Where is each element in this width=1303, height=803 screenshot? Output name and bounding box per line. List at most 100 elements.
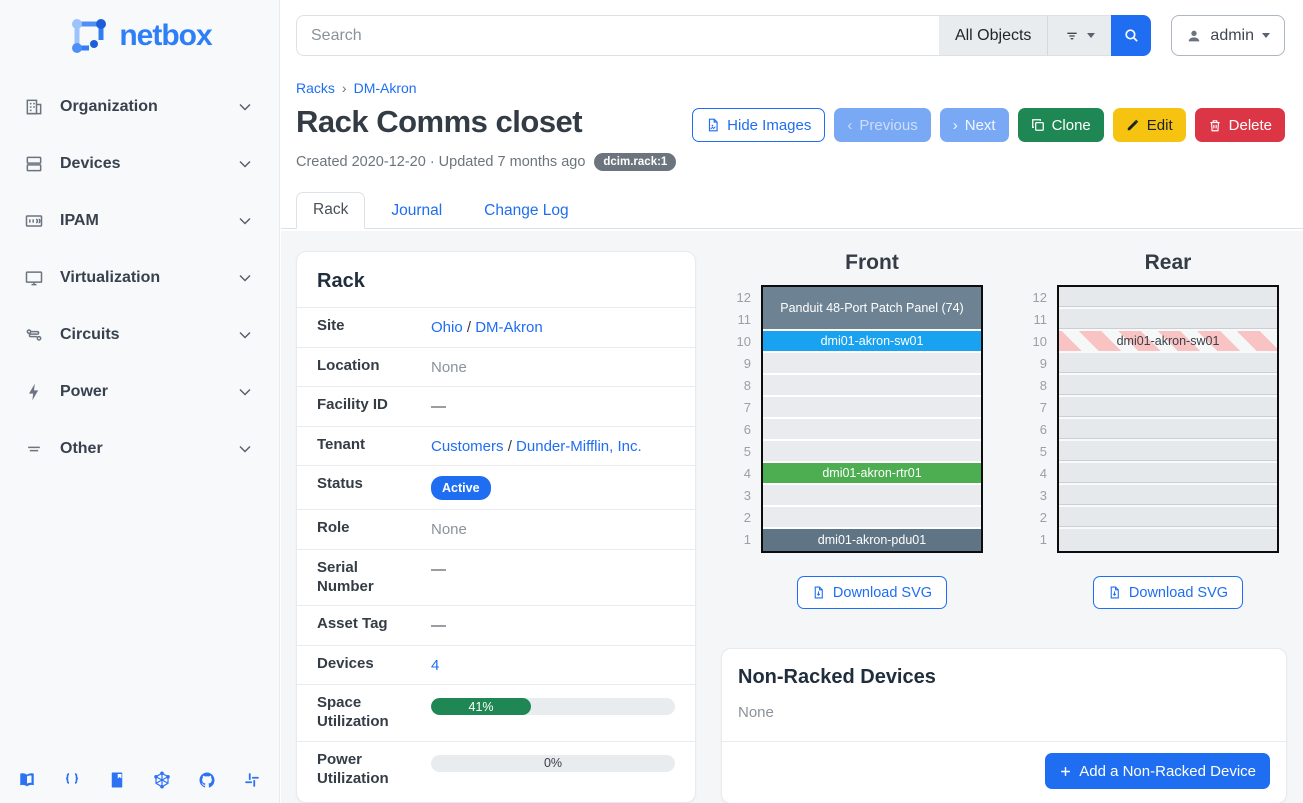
bolt-icon — [24, 382, 44, 402]
journal-icon[interactable] — [108, 771, 126, 789]
rack-unit-slot — [1059, 463, 1277, 485]
chevron-down-icon — [235, 325, 255, 345]
right-column: Front 121110987654321 Panduit 48-Port Pa… — [713, 251, 1287, 803]
rear-download-svg-button[interactable]: Download SVG — [1093, 576, 1243, 609]
rack-unit-slot — [1059, 507, 1277, 529]
rack-device[interactable]: dmi01-akron-pdu01 — [763, 529, 981, 551]
breadcrumb-dm-akron[interactable]: DM-Akron — [354, 80, 417, 96]
field-power-utilization: Power Utilization 0% — [297, 741, 695, 803]
sidebar: netbox Organization Devices IPAM Virtual… — [0, 0, 280, 803]
circuits-icon — [24, 325, 44, 345]
unit-label: 5 — [1019, 441, 1047, 463]
rack-unit-slot — [1059, 441, 1277, 463]
chevron-right-icon: › — [953, 117, 958, 134]
breadcrumb: Racks›DM-Akron — [281, 56, 1303, 96]
chevron-down-icon — [235, 211, 255, 231]
tenant-group-link[interactable]: Customers — [431, 438, 504, 455]
breadcrumb-racks[interactable]: Racks — [296, 80, 335, 96]
sidebar-item-label: Other — [60, 440, 235, 458]
unit-label: 3 — [1019, 485, 1047, 507]
object-meta: Created 2020-12-20 · Updated 7 months ag… — [281, 142, 1303, 171]
rack-unit-slot — [1059, 309, 1277, 331]
lines-icon — [24, 439, 44, 459]
site-link[interactable]: DM-Akron — [475, 319, 543, 336]
tab-change-log[interactable]: Change Log — [468, 194, 584, 229]
search-filter-dropdown[interactable] — [1047, 15, 1111, 56]
delete-button[interactable]: Delete — [1195, 108, 1285, 142]
netbox-logo[interactable]: netbox — [0, 0, 279, 68]
site-region-link[interactable]: Ohio — [431, 319, 463, 336]
slack-icon[interactable] — [243, 771, 261, 789]
edit-button[interactable]: Edit — [1113, 108, 1186, 142]
field-asset-tag: Asset Tag — — [297, 605, 695, 645]
docs-icon[interactable] — [18, 771, 36, 789]
caret-down-icon — [1262, 33, 1270, 38]
sidebar-item-virtualization[interactable]: Virtualization — [12, 261, 267, 295]
elevations: Front 121110987654321 Panduit 48-Port Pa… — [713, 251, 1287, 609]
sidebar-item-ipam[interactable]: IPAM — [12, 204, 267, 238]
rack-unit-slot — [1059, 529, 1277, 551]
next-button[interactable]: › Next — [940, 108, 1009, 142]
graphql-icon[interactable] — [153, 771, 171, 789]
rack-unit-slot — [1059, 353, 1277, 375]
user-menu[interactable]: admin — [1171, 15, 1285, 56]
rack-unit-slot — [763, 507, 981, 529]
trash-icon — [1208, 118, 1222, 133]
field-space-utilization: Space Utilization 41% — [297, 684, 695, 741]
main-area: All Objects admin Racks›DM-Akron Rack Co… — [281, 0, 1303, 803]
unit-label: 4 — [723, 463, 751, 485]
api-braces-icon[interactable] — [63, 771, 81, 789]
unit-numbers: 121110987654321 — [723, 285, 761, 553]
tenant-link[interactable]: Dunder-Mifflin, Inc. — [516, 438, 642, 455]
tab-bar: Rack Journal Change Log — [281, 192, 1303, 229]
rack-unit-slot — [1059, 375, 1277, 397]
search-button[interactable] — [1111, 15, 1151, 56]
sidebar-item-circuits[interactable]: Circuits — [12, 318, 267, 352]
status-badge: Active — [431, 476, 491, 500]
rack-unit-slot — [1059, 485, 1277, 507]
github-icon[interactable] — [198, 771, 216, 789]
devices-count-link[interactable]: 4 — [431, 657, 439, 674]
unit-label: 1 — [1019, 529, 1047, 551]
add-non-racked-device-button[interactable]: Add a Non-Racked Device — [1045, 753, 1270, 789]
netbox-logo-icon — [67, 14, 111, 58]
non-racked-empty-text: None — [722, 704, 1286, 741]
rack-device[interactable]: dmi01-akron-sw01 — [1059, 331, 1277, 351]
unit-label: 4 — [1019, 463, 1047, 485]
sidebar-item-other[interactable]: Other — [12, 432, 267, 466]
rack-device[interactable]: Panduit 48-Port Patch Panel (74) — [763, 287, 981, 329]
unit-label: 10 — [1019, 331, 1047, 353]
rack-unit-slot — [763, 397, 981, 419]
rack-unit-slot — [763, 485, 981, 507]
card-title: Rack — [297, 252, 695, 307]
rack-unit-slot — [763, 419, 981, 441]
rack-unit-slot — [763, 441, 981, 463]
field-facility-id: Facility ID — — [297, 386, 695, 426]
monitor-icon — [24, 268, 44, 288]
rack-device[interactable]: dmi01-akron-rtr01 — [763, 463, 981, 483]
rack-device[interactable]: dmi01-akron-sw01 — [763, 331, 981, 351]
unit-label: 7 — [723, 397, 751, 419]
front-download-svg-button[interactable]: Download SVG — [797, 576, 947, 609]
object-type-selector[interactable]: All Objects — [939, 15, 1047, 56]
sidebar-item-organization[interactable]: Organization — [12, 90, 267, 124]
chevron-down-icon — [235, 154, 255, 174]
left-column: Rack Site Ohio / DM-Akron Location None … — [296, 251, 696, 803]
previous-button[interactable]: ‹ Previous — [834, 108, 930, 142]
rack-unit-slot — [1059, 397, 1277, 419]
hide-images-button[interactable]: Hide Images — [692, 108, 825, 142]
image-file-icon — [706, 117, 720, 133]
sidebar-item-devices[interactable]: Devices — [12, 147, 267, 181]
tab-rack[interactable]: Rack — [296, 192, 365, 229]
tab-journal[interactable]: Journal — [375, 194, 458, 229]
sidebar-item-power[interactable]: Power — [12, 375, 267, 409]
building-icon — [24, 97, 44, 117]
search-input[interactable] — [296, 15, 939, 56]
field-role: Role None — [297, 509, 695, 549]
front-elevation-title: Front — [723, 251, 983, 275]
object-id-badge: dcim.rack:1 — [594, 153, 676, 171]
unit-label: 6 — [723, 419, 751, 441]
user-icon — [1186, 28, 1202, 44]
brand-name: netbox — [119, 19, 211, 53]
clone-button[interactable]: Clone — [1018, 108, 1104, 142]
